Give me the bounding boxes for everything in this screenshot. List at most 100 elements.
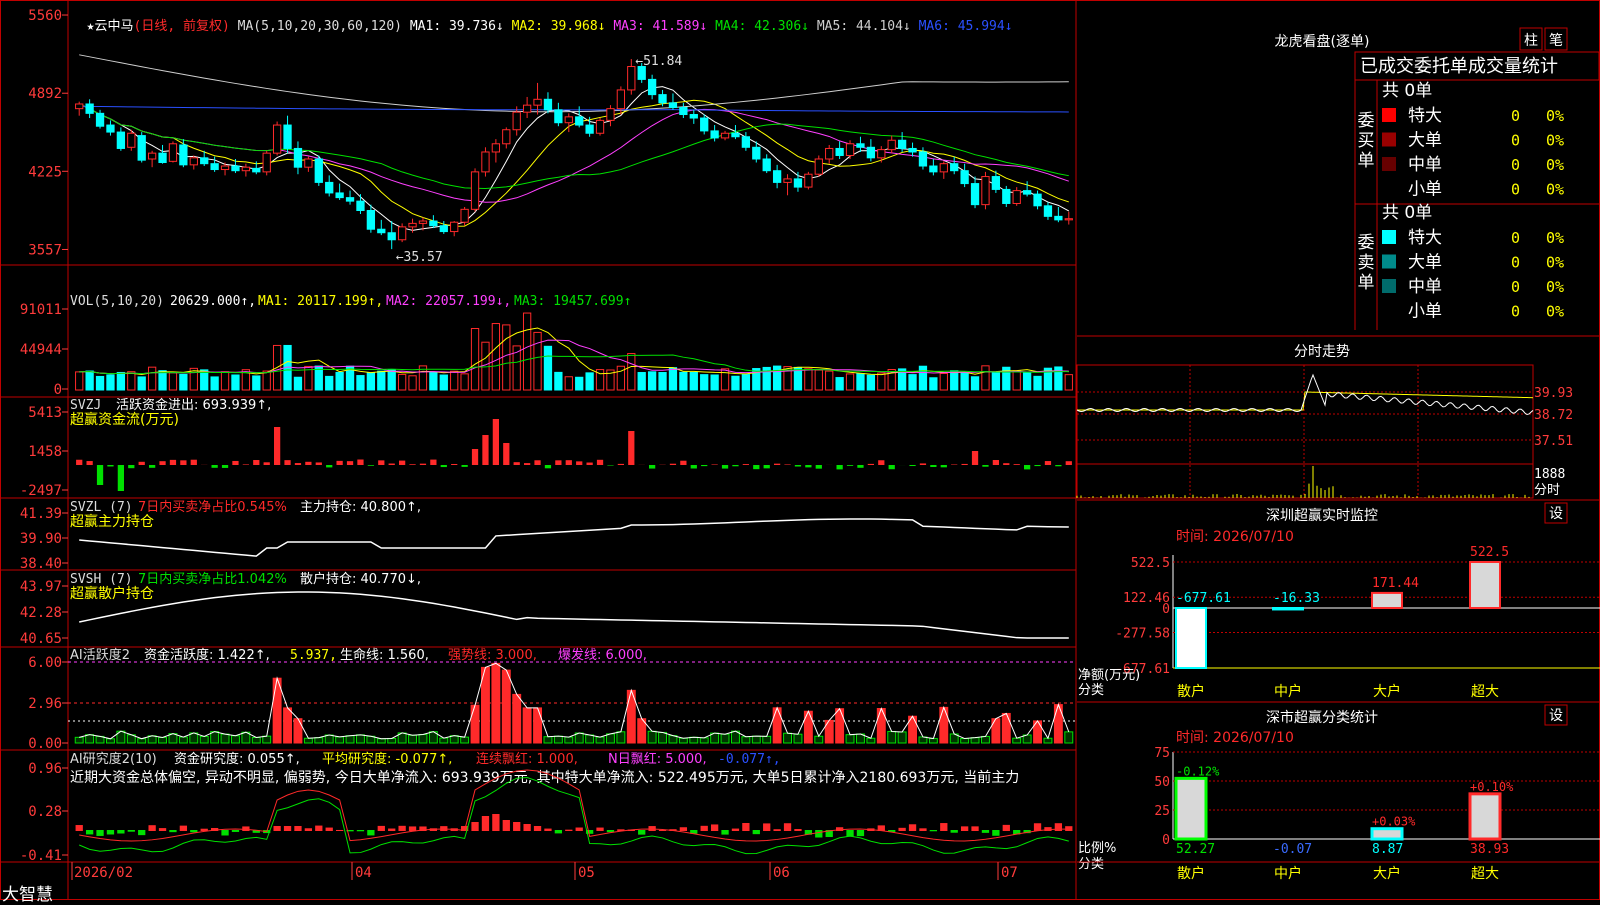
candle-body bbox=[753, 147, 760, 159]
flow-bar bbox=[493, 419, 499, 465]
volume-bar bbox=[148, 367, 155, 390]
vol-axis-label: 0 bbox=[54, 382, 62, 398]
intraday-vol-label: 分时 bbox=[1534, 483, 1560, 498]
activity-bar bbox=[700, 738, 708, 743]
volume-bar bbox=[86, 371, 93, 390]
sz-bar bbox=[1176, 608, 1206, 668]
flow-bar bbox=[378, 460, 384, 465]
ai-active-axis-label: 0.00 bbox=[28, 736, 62, 752]
candle-body bbox=[221, 166, 228, 170]
vol-ma-line bbox=[79, 355, 1069, 374]
flow-bar bbox=[472, 449, 478, 465]
activity-bar bbox=[544, 737, 552, 743]
flow-bar bbox=[753, 465, 759, 469]
vol-title: VOL(5,10,20) bbox=[70, 294, 164, 309]
high-annotation: ←51.84 bbox=[635, 54, 682, 69]
volume-bar bbox=[326, 376, 333, 390]
buy-side-label: 委 bbox=[1358, 111, 1375, 131]
flow-bar bbox=[857, 465, 863, 468]
volume-bar bbox=[388, 370, 395, 390]
research-bar bbox=[86, 830, 93, 834]
svsh-axis-label: 43.97 bbox=[20, 579, 62, 595]
flow-bar bbox=[97, 465, 103, 485]
class-category: 大户 bbox=[1373, 865, 1401, 882]
x-axis-month: 06 bbox=[773, 865, 790, 881]
svzl-ratio: 7日内买卖净占比0.545% bbox=[138, 499, 287, 515]
volume-bar bbox=[461, 374, 468, 390]
volume-bar bbox=[690, 373, 697, 390]
activity-bar bbox=[867, 738, 875, 743]
flow-bar bbox=[920, 463, 926, 465]
candle-body bbox=[523, 105, 530, 112]
candle-body bbox=[930, 166, 937, 172]
sz-axis-label: 0 bbox=[1162, 602, 1170, 617]
intraday-axis-label: 38.72 bbox=[1534, 408, 1573, 423]
flow-bar bbox=[76, 460, 82, 465]
volume-bar bbox=[648, 372, 655, 390]
candle-body bbox=[992, 177, 999, 190]
activity-bar bbox=[232, 736, 240, 743]
flow-bar bbox=[701, 465, 707, 466]
candle-body bbox=[513, 112, 520, 130]
ma-legend-item-5: MA5: 44.104↓ bbox=[817, 19, 919, 34]
buy-row-pct: 0% bbox=[1546, 132, 1564, 150]
flow-bar bbox=[597, 460, 603, 465]
research-bar bbox=[773, 829, 780, 831]
volume-bar bbox=[534, 332, 541, 390]
buy-row-value: 0 bbox=[1511, 132, 1520, 150]
candle-body bbox=[586, 125, 593, 133]
flow-bar bbox=[670, 464, 676, 465]
activity-bar bbox=[419, 734, 427, 743]
activity-bar bbox=[502, 670, 510, 743]
candle-body bbox=[794, 179, 801, 187]
sell-row-pct: 0% bbox=[1546, 254, 1564, 272]
candle-body bbox=[482, 152, 489, 172]
candle-body bbox=[857, 144, 864, 148]
volume-bar bbox=[628, 354, 635, 390]
volume-bar bbox=[440, 375, 447, 390]
class-category: 超大 bbox=[1471, 866, 1499, 882]
research-bar bbox=[940, 823, 947, 831]
activity-bar bbox=[513, 694, 521, 743]
research-bar bbox=[680, 827, 687, 831]
volume-bar bbox=[982, 366, 989, 390]
activity-bar bbox=[107, 739, 115, 743]
candle-body bbox=[148, 153, 155, 159]
volume-bar bbox=[742, 375, 749, 390]
flow-bar bbox=[243, 464, 249, 465]
research-bar bbox=[815, 830, 822, 838]
svzj-title: SVZJ bbox=[70, 398, 101, 413]
candle-body bbox=[888, 140, 895, 149]
activity-bar bbox=[773, 708, 781, 743]
activity-bar bbox=[815, 736, 823, 743]
flow-bar bbox=[982, 465, 988, 467]
svzl-axis-label: 39.90 bbox=[20, 531, 62, 547]
activity-bar bbox=[929, 739, 937, 743]
flow-bar bbox=[816, 465, 822, 469]
volume-bar bbox=[909, 375, 916, 390]
volume-bar bbox=[732, 376, 739, 390]
candle-body bbox=[961, 171, 968, 184]
svsh-title: SVSH (7) bbox=[70, 572, 133, 587]
ma-params: MA(5,10,20,30,60,120) bbox=[238, 19, 402, 34]
price-axis-label: 4225 bbox=[28, 164, 62, 180]
activity-bar bbox=[409, 735, 417, 743]
svzj-label: 活跃资金进出: 693.939↑, bbox=[116, 397, 271, 413]
volume-bar bbox=[128, 372, 135, 390]
svsh-holding: 散户持仓: 40.770↓, bbox=[300, 571, 421, 587]
class-xlabel: 分类 bbox=[1078, 857, 1104, 872]
sell-row-pct: 0% bbox=[1546, 229, 1564, 247]
svzj-axis-label: 1458 bbox=[28, 444, 62, 460]
candle-body bbox=[107, 125, 114, 132]
flow-bar bbox=[774, 464, 780, 465]
candle-body bbox=[503, 130, 510, 144]
research-bar bbox=[523, 824, 530, 831]
buy-row-value: 0 bbox=[1511, 181, 1520, 199]
research-bar bbox=[919, 828, 926, 831]
activity-bar bbox=[440, 738, 448, 743]
ai-burst-line: 爆发线: 6.000, bbox=[558, 647, 647, 663]
activity-bar bbox=[982, 736, 990, 743]
sz-monitor-title: 深圳超赢实时监控 bbox=[1266, 507, 1378, 524]
ai-research-axis-label: 0.28 bbox=[28, 804, 62, 820]
candle-body bbox=[701, 118, 708, 131]
